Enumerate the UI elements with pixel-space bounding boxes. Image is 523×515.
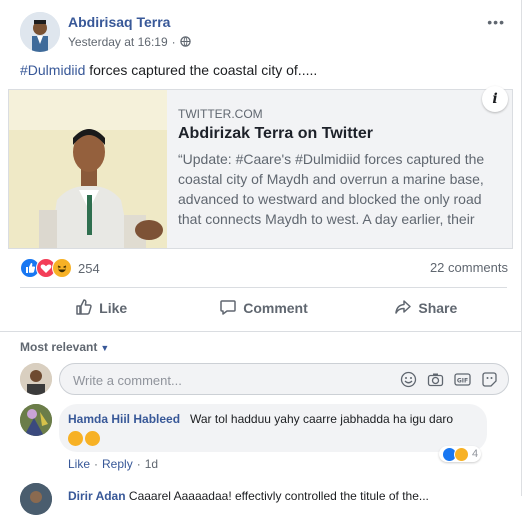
comment-input-box[interactable]: GIF [59,363,509,396]
link-title[interactable]: Abdirizak Terra on Twitter [178,125,373,143]
comment-preview: Dirir Adan Caaarel Aaaaadaa! effectivly … [68,489,429,503]
share-icon [394,298,418,319]
like-label: Like [99,300,128,316]
comment-author[interactable]: Hamda Hiil Hableed [68,412,180,426]
comment-author[interactable]: Dirir Adan [68,489,126,503]
comment-label: Comment [243,300,308,316]
gif-icon[interactable]: GIF [454,371,471,388]
author-name[interactable]: Abdirisaq Terra [68,14,170,30]
author-avatar[interactable] [20,12,60,52]
laughing-emoji-icon [68,431,83,447]
action-bar: Like Comment Share [20,292,507,324]
comment-input[interactable] [71,364,375,396]
comment-reply-link[interactable]: Reply [102,457,133,471]
separator: · [94,457,99,471]
like-button[interactable]: Like [20,292,182,324]
separator: · [136,457,141,471]
comment-emoji [68,430,102,447]
comment-text: War tol hadduu yahy caarre jabhadda ha i… [190,412,454,426]
emoji-icon[interactable] [400,371,417,388]
caret-down-icon: ▼ [100,343,110,353]
reaction-count: 254 [78,260,100,276]
sort-label: Most relevant [20,340,98,354]
reactions-summary[interactable]: 254 [20,258,100,278]
comment-button[interactable]: Comment [182,292,344,324]
comment-icon [219,298,243,319]
comment-sort-dropdown[interactable]: Most relevant ▼ [20,340,109,354]
thumbs-up-icon [75,298,99,319]
post-card: Abdirisaq Terra Yesterday at 16:19 · ••• … [0,0,522,515]
comment-actions: Like · Reply · 1d [68,457,158,471]
link-domain: TWITTER.COM [178,107,263,121]
comments-count[interactable]: 22 comments [430,260,508,275]
post-text: #Dulmidiid forces captured the coastal c… [20,62,317,78]
post-text-body: forces captured the coastal city of..... [85,62,318,78]
current-user-avatar[interactable] [20,363,52,395]
meta-separator: · [171,35,176,49]
camera-icon[interactable] [427,371,444,388]
more-options-button[interactable]: ••• [487,14,505,30]
info-icon[interactable]: i [482,86,508,112]
haha-reaction-icon [52,258,72,278]
section-divider [0,331,521,332]
comment-reaction-count: 4 [472,448,479,460]
commenter-avatar[interactable] [20,483,52,515]
globe-icon[interactable] [179,35,191,49]
sticker-icon[interactable] [481,371,498,388]
comment-time[interactable]: 1d [145,457,158,471]
haha-reaction-icon [454,446,469,462]
share-button[interactable]: Share [345,292,507,324]
divider [20,287,507,288]
post-meta: Yesterday at 16:19 · [68,35,191,49]
post-timestamp[interactable]: Yesterday at 16:19 [68,35,168,49]
comment-bubble: Hamda Hiil Hableed War tol hadduu yahy c… [59,404,487,452]
comment-text: Caaarel Aaaaadaa! effectivly controlled … [128,489,429,503]
hashtag-link[interactable]: #Dulmidiid [20,62,85,78]
commenter-avatar[interactable] [20,404,52,436]
share-label: Share [418,300,458,316]
comment-like-link[interactable]: Like [68,457,90,471]
link-preview-image[interactable] [9,90,167,248]
laughing-emoji-icon [85,431,100,447]
comment-input-icons: GIF [400,371,498,388]
svg-text:GIF: GIF [457,378,468,385]
link-description: “Update: #Caare's #Dulmidiid forces capt… [178,151,485,227]
comment-reaction-summary[interactable]: 4 [439,446,482,462]
link-preview[interactable]: TWITTER.COM Abdirizak Terra on Twitter “… [8,86,513,249]
